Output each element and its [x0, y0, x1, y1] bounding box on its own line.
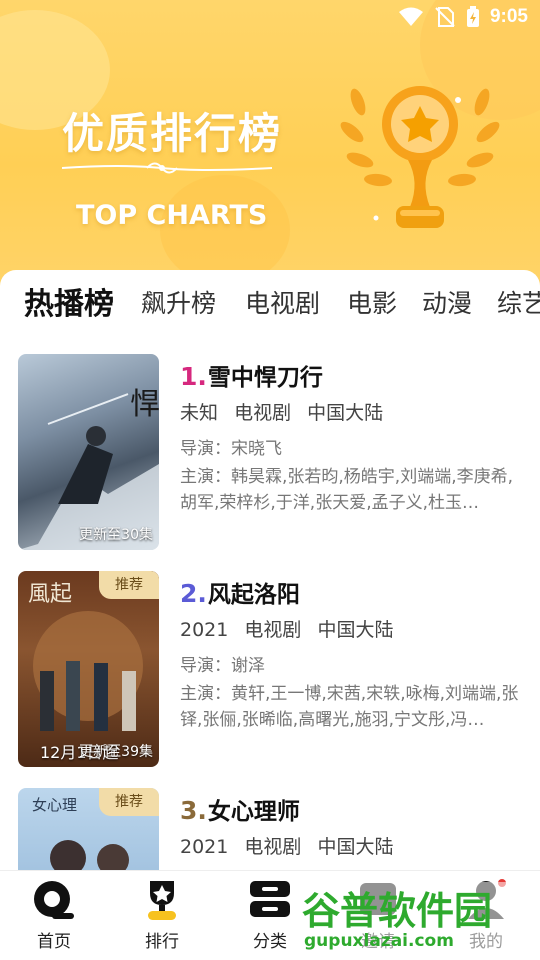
rank-number: 3.: [180, 796, 207, 825]
category-icon: [250, 881, 290, 917]
meta-region: 中国大陆: [307, 402, 384, 424]
tab-tv-series[interactable]: 电视剧: [245, 284, 320, 320]
item-title[interactable]: 3. 女心理师: [180, 792, 300, 826]
tab-anime[interactable]: 动漫: [422, 284, 472, 320]
tab-variety[interactable]: 综艺: [497, 284, 540, 320]
nav-ranking[interactable]: 排行: [122, 877, 202, 952]
nav-label: 首页: [37, 932, 71, 952]
nav-label: 排行: [145, 932, 179, 952]
recommend-badge: 推荐: [99, 571, 159, 599]
item-title[interactable]: 2. 风起洛阳: [180, 575, 300, 609]
banner-subtitle: TOP CHARTS: [76, 200, 268, 231]
ranking-panel: 热播榜 飙升榜 电视剧 电影 动漫 综艺 悍 更新至30集 1. 雪中悍刀行 未…: [0, 270, 540, 870]
header-banner: 优质排行榜 TOP CHARTS: [0, 0, 540, 300]
item-meta: 2021 电视剧 中国大陆: [180, 615, 403, 642]
meta-region: 中国大陆: [317, 836, 394, 858]
trophy-icon: [148, 881, 176, 920]
tab-hot[interactable]: 热播榜: [24, 279, 114, 323]
watermark-logo: 谷普软件园 gupuxlazai.com: [296, 882, 540, 954]
meta-type: 电视剧: [244, 836, 302, 858]
item-director: 导演：宋晓飞: [180, 439, 282, 459]
trophy-icon: [340, 86, 500, 228]
rank-number: 2.: [180, 579, 207, 608]
wifi-icon: [398, 7, 423, 26]
item-cast: 主演：黄轩,王一博,宋茜,宋轶,咏梅,刘端端,张铎,张俪,张晞临,高曙光,施羽,…: [180, 684, 519, 730]
nav-home[interactable]: 首页: [14, 877, 94, 952]
meta-region: 中国大陆: [317, 619, 394, 641]
ranking-item[interactable]: 悍 更新至30集 1. 雪中悍刀行 未知 电视剧 中国大陆 导演：宋晓飞 主演：…: [0, 354, 540, 554]
svg-text:gupuxlazai.com: gupuxlazai.com: [304, 931, 454, 951]
title-text: 风起洛阳: [207, 582, 300, 608]
recommend-badge: 推荐: [99, 788, 159, 816]
meta-year: 2021: [180, 619, 229, 641]
banner-title: 优质排行榜: [62, 109, 283, 158]
home-icon: [34, 881, 74, 919]
battery-charging-icon: [466, 6, 479, 27]
poster-episode-label: 更新至39集: [79, 744, 153, 760]
poster-art: 悍: [18, 387, 159, 550]
meta-year: 未知: [180, 402, 219, 424]
tab-rising[interactable]: 飙升榜: [141, 284, 216, 320]
rank-number: 1.: [180, 362, 207, 391]
ornament-divider: [62, 162, 272, 174]
status-bar: 9:05: [0, 0, 540, 36]
ranking-item[interactable]: 女心理 推荐 3. 女心理师 2021 电视剧 中国大陆: [0, 788, 540, 870]
meta-year: 2021: [180, 836, 229, 858]
poster-art: 風起: [28, 582, 143, 731]
category-tabs: 热播榜 飙升榜 电视剧 电影 动漫 综艺: [0, 282, 540, 332]
poster-episode-label: 更新至30集: [79, 527, 153, 543]
meta-type: 电视剧: [244, 619, 302, 641]
svg-text:風起: 風起: [28, 582, 72, 607]
item-meta: 未知 电视剧 中国大陆: [180, 398, 393, 425]
poster-image[interactable]: 女心理 推荐: [18, 788, 159, 870]
item-title[interactable]: 1. 雪中悍刀行: [180, 358, 323, 392]
no-sim-icon: [435, 7, 455, 27]
svg-text:悍: 悍: [130, 387, 159, 422]
title-text: 雪中悍刀行: [207, 365, 323, 391]
svg-text:女心理: 女心理: [32, 796, 77, 814]
meta-type: 电视剧: [234, 402, 292, 424]
item-director: 导演：谢泽: [180, 656, 265, 676]
item-cast: 主演：韩昊霖,张若昀,杨皓宇,刘端端,李庚希,胡军,荣梓杉,于洋,张天爱,孟子义…: [180, 467, 514, 513]
tab-movies[interactable]: 电影: [347, 284, 397, 320]
svg-text:谷普软件园: 谷普软件园: [302, 889, 492, 933]
poster-image[interactable]: 悍 更新至30集: [18, 354, 159, 550]
poster-image[interactable]: 風起 推荐 12月1日起 更新至39集: [18, 571, 159, 767]
status-time: 9:05: [489, 6, 528, 27]
item-meta: 2021 电视剧 中国大陆: [180, 832, 403, 859]
ranking-item[interactable]: 風起 推荐 12月1日起 更新至39集 2. 风起洛阳 2021 电视剧 中国大…: [0, 571, 540, 771]
title-text: 女心理师: [207, 799, 300, 825]
